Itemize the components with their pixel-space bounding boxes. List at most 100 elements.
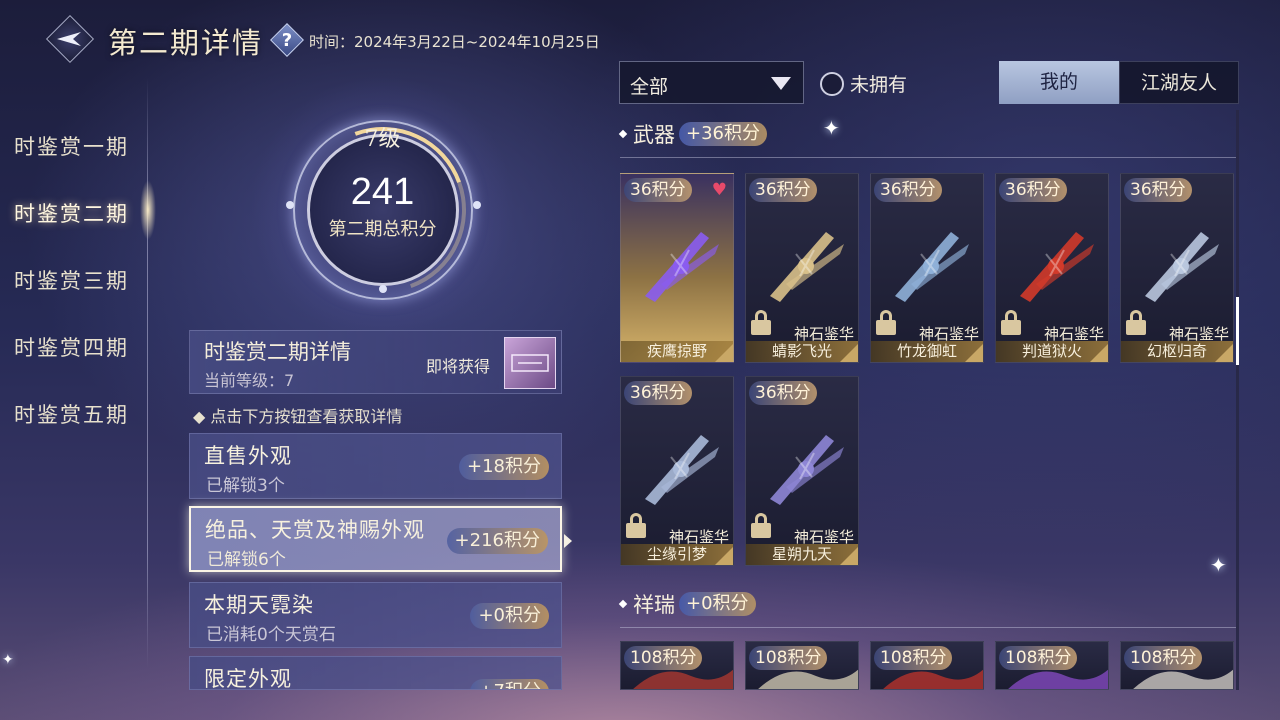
corner-flourish-icon [840,547,858,565]
weapon-art-icon [645,435,719,505]
current-level: 当前等级：7 [204,371,295,390]
category-name: 绝品、天赏及神赐外观 [205,518,425,542]
nav-item-period-2[interactable]: 时鉴赏二期 [14,198,129,228]
scrollbar-thumb[interactable] [1236,297,1239,365]
event-time: 时间：2024年3月22日~2024年10月25日 [309,33,600,51]
category-dye[interactable]: 本期天霓染 已消耗0个天赏石 +0积分 [189,582,562,648]
item-points: 36积分 [874,178,942,202]
back-button[interactable] [45,14,95,64]
category-sub: 已消耗0个天赏石 [206,625,336,645]
sparkle-icon: ✦ [1210,553,1227,577]
weapon-art-icon [1145,232,1219,302]
section-auspicious-header: 祥瑞 +0积分 [618,589,756,619]
active-arrow-icon [564,534,572,548]
item-points: 36积分 [1124,178,1192,202]
total-score-label: 第二期总积分 [328,219,437,240]
corner-flourish-icon [1215,344,1233,362]
nav-active-glow [140,180,156,240]
help-icon: ? [281,29,293,51]
weapon-card[interactable]: 36积分 神石鉴华 竹龙御虹 [870,173,984,363]
detail-title: 时鉴赏二期详情 [204,340,351,364]
help-button[interactable]: ? [270,23,304,57]
corner-flourish-icon [965,344,983,362]
level-label: 7级 [364,127,401,152]
nav-item-period-3[interactable]: 时鉴赏三期 [14,265,129,295]
page-title: 第二期详情 [108,26,264,60]
unowned-toggle[interactable]: 未拥有 [820,70,907,97]
tab-mine[interactable]: 我的 [999,61,1119,104]
section-name: 武器 [633,123,675,147]
weapon-card[interactable]: 36积分 神石鉴华 尘缘引梦 [620,376,734,566]
category-name: 直售外观 [204,444,292,468]
item-points: 108积分 [874,646,953,670]
period-detail-card[interactable]: 时鉴赏二期详情 当前等级：7 即将获得 [189,330,562,394]
scrollbar-track[interactable] [1236,110,1239,690]
auspicious-card[interactable]: 108积分 [1120,641,1234,690]
weapon-art-icon [770,232,844,302]
weapon-art-icon [645,232,719,302]
corner-flourish-icon [715,344,733,362]
weapon-card[interactable]: 36积分 神石鉴华 星朔九天 [745,376,859,566]
item-points: 36积分 [749,178,817,202]
unowned-radio[interactable] [820,71,844,96]
unowned-label: 未拥有 [850,74,908,96]
section-divider [620,157,1236,158]
lock-icon [1000,310,1022,336]
sparkle-icon: ✦ [2,652,14,668]
section-name: 祥瑞 [633,593,675,617]
category-direct-sale[interactable]: 直售外观 已解锁3个 +18积分 [189,433,562,499]
item-points: 36积分 [749,381,817,405]
category-points: +18积分 [459,454,549,480]
category-points: +0积分 [470,603,549,629]
item-points: 36积分 [624,178,692,202]
heart-icon: ♥ [711,180,727,200]
section-divider [620,627,1236,628]
reward-frame-icon [511,354,549,372]
item-points: 108积分 [1124,646,1203,670]
nav-item-period-5[interactable]: 时鉴赏五期 [14,399,129,429]
item-points: 108积分 [749,646,828,670]
corner-flourish-icon [715,547,733,565]
bullet-icon [618,129,628,139]
corner-flourish-icon [1090,344,1108,362]
section-points: +36积分 [679,122,767,146]
category-points: +7积分 [470,679,549,689]
weapon-card[interactable]: 36积分 神石鉴华 幻枢归奇 [1120,173,1234,363]
weapon-card[interactable]: 36积分 ♥ 疾鹰掠野 [620,173,734,363]
tab-friends[interactable]: 江湖友人 [1119,61,1239,104]
bullet-icon [618,599,628,609]
item-points: 108积分 [999,646,1078,670]
lock-icon [750,310,772,336]
nav-divider [147,78,148,668]
item-points: 36积分 [999,178,1067,202]
total-score: 241 [350,171,415,213]
filter-value: 全部 [630,76,669,98]
sparkle-icon: ✦ [823,116,840,140]
weapon-card[interactable]: 36积分 神石鉴华 判道狱火 [995,173,1109,363]
back-arrow-icon [57,32,81,46]
section-weapons-header: 武器 +36积分 [618,119,767,149]
nav-item-period-4[interactable]: 时鉴赏四期 [14,332,129,362]
auspicious-card[interactable]: 108积分 [745,641,859,690]
item-points: 36积分 [624,381,692,405]
category-sub: 已解锁3个 [206,476,285,496]
auspicious-card[interactable]: 108积分 [870,641,984,690]
nav-item-period-1[interactable]: 时鉴赏一期 [14,131,129,161]
hint-label: 点击下方按钮查看获取详情 [210,407,403,426]
auspicious-card[interactable]: 108积分 [620,641,734,690]
auspicious-card[interactable]: 108积分 [995,641,1109,690]
category-premium[interactable]: 绝品、天赏及神赐外观 已解锁6个 +216积分 [189,506,572,572]
category-filter-dropdown[interactable]: 全部 [619,61,804,104]
weapon-art-icon [895,232,969,302]
lock-icon [750,513,772,539]
category-sub: 已解锁6个 [207,550,286,570]
corner-flourish-icon [840,344,858,362]
next-reward-thumbnail[interactable] [504,337,556,389]
lock-icon [875,310,897,336]
category-name: 限定外观 [204,667,292,690]
lock-icon [1125,310,1147,336]
weapon-card[interactable]: 36积分 神石鉴华 蜻影飞光 [745,173,859,363]
section-points: +0积分 [679,592,756,616]
category-limited[interactable]: 限定外观 +7积分 [189,656,562,690]
chevron-down-icon [771,77,791,90]
